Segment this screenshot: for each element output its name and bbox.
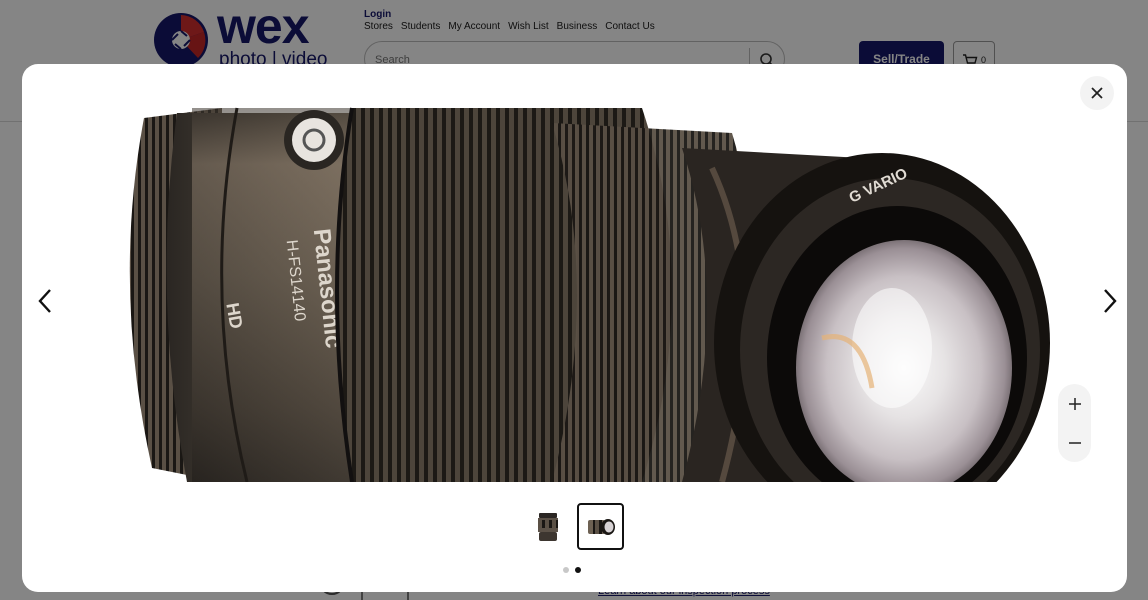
lens-side-thumbnail — [587, 518, 615, 535]
zoomed-lens-image[interactable]: Panasonic H-FS14140 HD G VARIO — [82, 88, 1067, 482]
close-button[interactable] — [1080, 76, 1114, 110]
thumbnail-2[interactable] — [577, 503, 624, 550]
close-icon — [1091, 87, 1103, 99]
previous-image-button[interactable] — [30, 284, 60, 318]
minus-icon — [1068, 441, 1081, 444]
pagination-dot-2[interactable] — [575, 567, 581, 573]
thumbnail-strip — [522, 503, 632, 551]
chevron-right-icon — [1104, 289, 1117, 313]
zoom-out-button[interactable] — [1058, 423, 1091, 462]
pagination-dots — [563, 567, 581, 573]
plus-icon — [1068, 397, 1081, 410]
zoom-controls — [1058, 384, 1091, 462]
lens-upright-thumbnail — [537, 512, 558, 541]
image-lightbox: Panasonic H-FS14140 HD G VARIO — [22, 64, 1127, 592]
thumbnail-1[interactable] — [524, 503, 571, 550]
chevron-left-icon — [38, 289, 51, 313]
next-image-button[interactable] — [1095, 284, 1125, 318]
pagination-dot-1[interactable] — [563, 567, 569, 573]
product-image-stage[interactable]: Panasonic H-FS14140 HD G VARIO — [82, 88, 1067, 482]
zoom-in-button[interactable] — [1058, 384, 1091, 423]
